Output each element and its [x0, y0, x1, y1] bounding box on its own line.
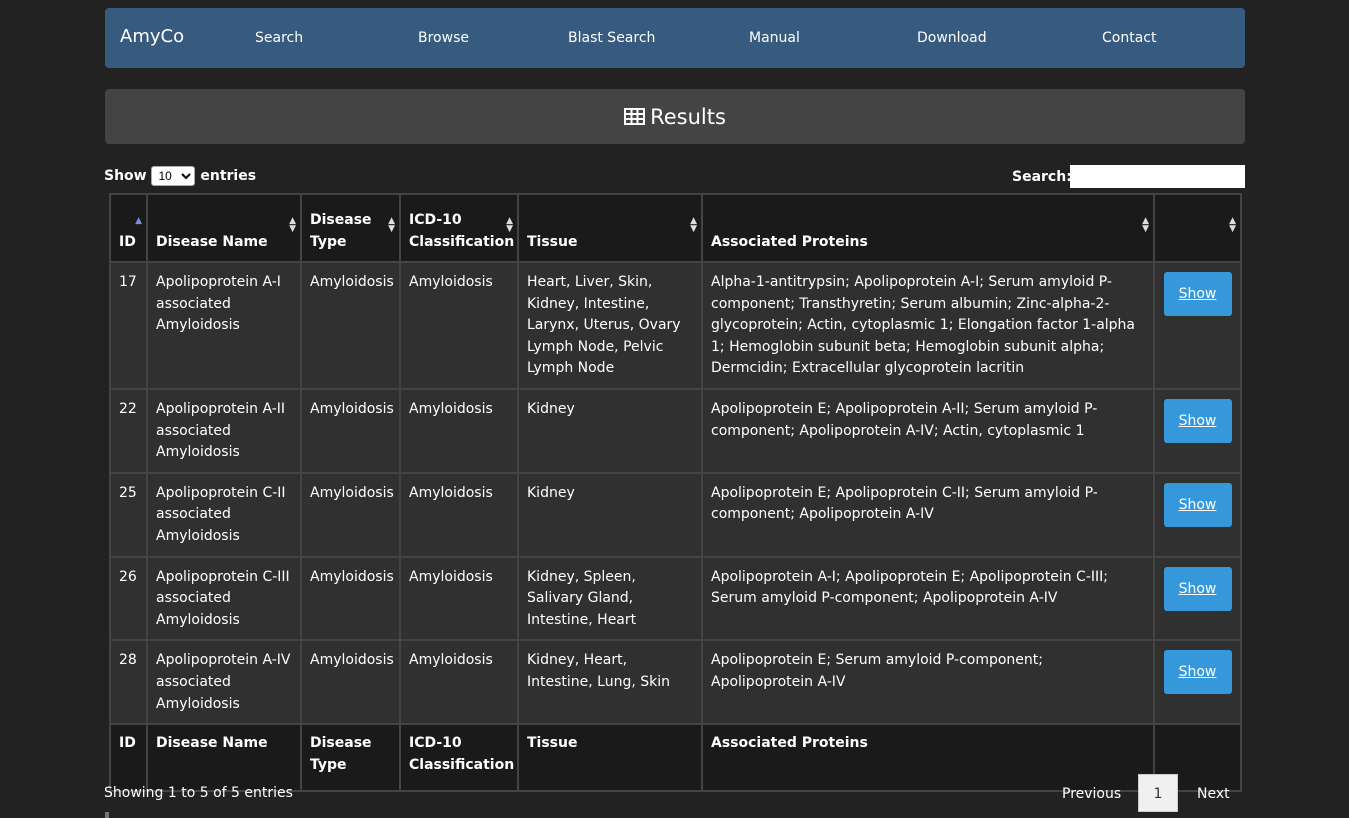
- table-row: 28 Apolipoprotein A-IV associated Amyloi…: [109, 639, 1242, 726]
- cell-tissue: Kidney: [517, 387, 703, 474]
- footer-header-tissue: Tissue: [517, 723, 703, 793]
- cell-associated-proteins: Apolipoprotein E; Serum amyloid P-compon…: [701, 639, 1155, 726]
- show-label: Show: [104, 168, 147, 184]
- table-info: Showing 1 to 5 of 5 entries: [104, 785, 293, 801]
- cell-disease-type: Amyloidosis: [300, 471, 401, 558]
- cell-associated-proteins: Apolipoprotein E; Apolipoprotein C-II; S…: [701, 471, 1155, 558]
- show-button[interactable]: Show: [1163, 398, 1232, 443]
- cell-icd10: Amyloidosis: [399, 639, 519, 726]
- footer-header-icd10: ICD-10 Classification: [399, 723, 519, 793]
- entries-length-control: Show 10 entries: [104, 166, 256, 186]
- col-header-tissue[interactable]: Tissue ▲ ▼: [517, 193, 703, 263]
- cell-disease-name: Apolipoprotein C-III associated Amyloido…: [146, 555, 302, 642]
- sort-icon: ▲ ▼: [506, 216, 513, 234]
- cell-tissue: Heart, Liver, Skin, Kidney, Intestine, L…: [517, 261, 703, 390]
- cell-associated-proteins: Apolipoprotein A-I; Apolipoprotein E; Ap…: [701, 555, 1155, 642]
- cell-id: 17: [109, 261, 148, 390]
- search-label: Search:: [1012, 169, 1072, 185]
- col-header-icd10[interactable]: ICD-10 Classification ▲ ▼: [399, 193, 519, 263]
- nav-download[interactable]: Download: [917, 30, 987, 46]
- cell-action: Show: [1153, 387, 1242, 474]
- table-header-row: ID ▲ Disease Name ▲ ▼ Disease Type ▲ ▼ ICD-10…: [109, 193, 1242, 263]
- sort-icon: ▲ ▼: [388, 216, 395, 234]
- results-panel-header: Results: [105, 89, 1245, 144]
- cell-icd10: Amyloidosis: [399, 471, 519, 558]
- entries-label: entries: [200, 168, 257, 184]
- search-input[interactable]: [1070, 165, 1245, 188]
- col-header-action[interactable]: ▲ ▼: [1153, 193, 1242, 263]
- table-row: 22 Apolipoprotein A-II associated Amyloi…: [109, 387, 1242, 474]
- cell-disease-name: Apolipoprotein A-II associated Amyloidos…: [146, 387, 302, 474]
- cell-disease-type: Amyloidosis: [300, 387, 401, 474]
- footer-header-disease-type: Disease Type: [300, 723, 401, 793]
- show-button[interactable]: Show: [1163, 272, 1232, 316]
- next-button[interactable]: Next: [1197, 786, 1230, 802]
- cell-tissue: Kidney: [517, 471, 703, 558]
- cell-id: 22: [109, 387, 148, 474]
- sort-icon: ▲ ▼: [690, 216, 697, 234]
- results-title: Results: [650, 104, 726, 129]
- cell-action: Show: [1153, 471, 1242, 558]
- nav-blast-search[interactable]: Blast Search: [568, 30, 655, 46]
- cell-id: 26: [109, 555, 148, 642]
- cell-action: Show: [1153, 261, 1242, 390]
- cell-disease-name: Apolipoprotein A-I associated Amyloidosi…: [146, 261, 302, 390]
- col-header-associated-proteins[interactable]: Associated Proteins ▲ ▼: [701, 193, 1155, 263]
- show-button[interactable]: Show: [1163, 566, 1232, 611]
- footer-header-associated-proteins: Associated Proteins: [701, 723, 1155, 793]
- cell-disease-type: Amyloidosis: [300, 555, 401, 642]
- sort-asc-icon: ▲: [135, 216, 142, 226]
- cell-disease-name: Apolipoprotein A-IV associated Amyloidos…: [146, 639, 302, 726]
- sort-icon: ▲ ▼: [1142, 216, 1149, 234]
- show-button[interactable]: Show: [1163, 650, 1232, 695]
- cell-action: Show: [1153, 555, 1242, 642]
- sort-icon: ▲ ▼: [1229, 216, 1236, 234]
- nav-contact[interactable]: Contact: [1102, 30, 1156, 46]
- table-row: 17 Apolipoprotein A-I associated Amyloid…: [109, 261, 1242, 390]
- cell-disease-name: Apolipoprotein C-II associated Amyloidos…: [146, 471, 302, 558]
- table-icon: [624, 108, 646, 125]
- cell-disease-type: Amyloidosis: [300, 639, 401, 726]
- cell-icd10: Amyloidosis: [399, 387, 519, 474]
- cell-icd10: Amyloidosis: [399, 261, 519, 390]
- footer-header-disease-name: Disease Name: [146, 723, 302, 793]
- table-footer-row: ID Disease Name Disease Type ICD-10 Clas…: [109, 723, 1242, 793]
- sort-icon: ▲ ▼: [289, 216, 296, 234]
- entries-select[interactable]: 10: [151, 166, 196, 186]
- footer-header-id: ID: [109, 723, 148, 793]
- brand-link[interactable]: AmyCo: [120, 26, 184, 47]
- cell-associated-proteins: Alpha-1-antitrypsin; Apolipoprotein A-I;…: [701, 261, 1155, 390]
- cell-tissue: Kidney, Heart, Intestine, Lung, Skin: [517, 639, 703, 726]
- show-button[interactable]: Show: [1163, 482, 1232, 527]
- cell-id: 25: [109, 471, 148, 558]
- page-1-button[interactable]: 1: [1138, 774, 1178, 812]
- nav-browse[interactable]: Browse: [418, 30, 469, 46]
- navbar: AmyCo Search Browse Blast Search Manual …: [105, 8, 1245, 68]
- previous-button[interactable]: Previous: [1062, 786, 1121, 802]
- table-row: 25 Apolipoprotein C-II associated Amyloi…: [109, 471, 1242, 558]
- cell-icd10: Amyloidosis: [399, 555, 519, 642]
- cell-id: 28: [109, 639, 148, 726]
- nav-search[interactable]: Search: [255, 30, 303, 46]
- cell-action: Show: [1153, 639, 1242, 726]
- nav-manual[interactable]: Manual: [749, 30, 800, 46]
- cell-tissue: Kidney, Spleen, Salivary Gland, Intestin…: [517, 555, 703, 642]
- cell-disease-type: Amyloidosis: [300, 261, 401, 390]
- col-header-disease-name[interactable]: Disease Name ▲ ▼: [146, 193, 302, 263]
- cell-associated-proteins: Apolipoprotein E; Apolipoprotein A-II; S…: [701, 387, 1155, 474]
- table-row: 26 Apolipoprotein C-III associated Amylo…: [109, 555, 1242, 642]
- col-header-disease-type[interactable]: Disease Type ▲ ▼: [300, 193, 401, 263]
- scroll-indicator: [105, 812, 109, 818]
- col-header-id[interactable]: ID ▲: [109, 193, 148, 263]
- results-table: ID ▲ Disease Name ▲ ▼ Disease Type ▲ ▼ ICD-10…: [109, 193, 1242, 793]
